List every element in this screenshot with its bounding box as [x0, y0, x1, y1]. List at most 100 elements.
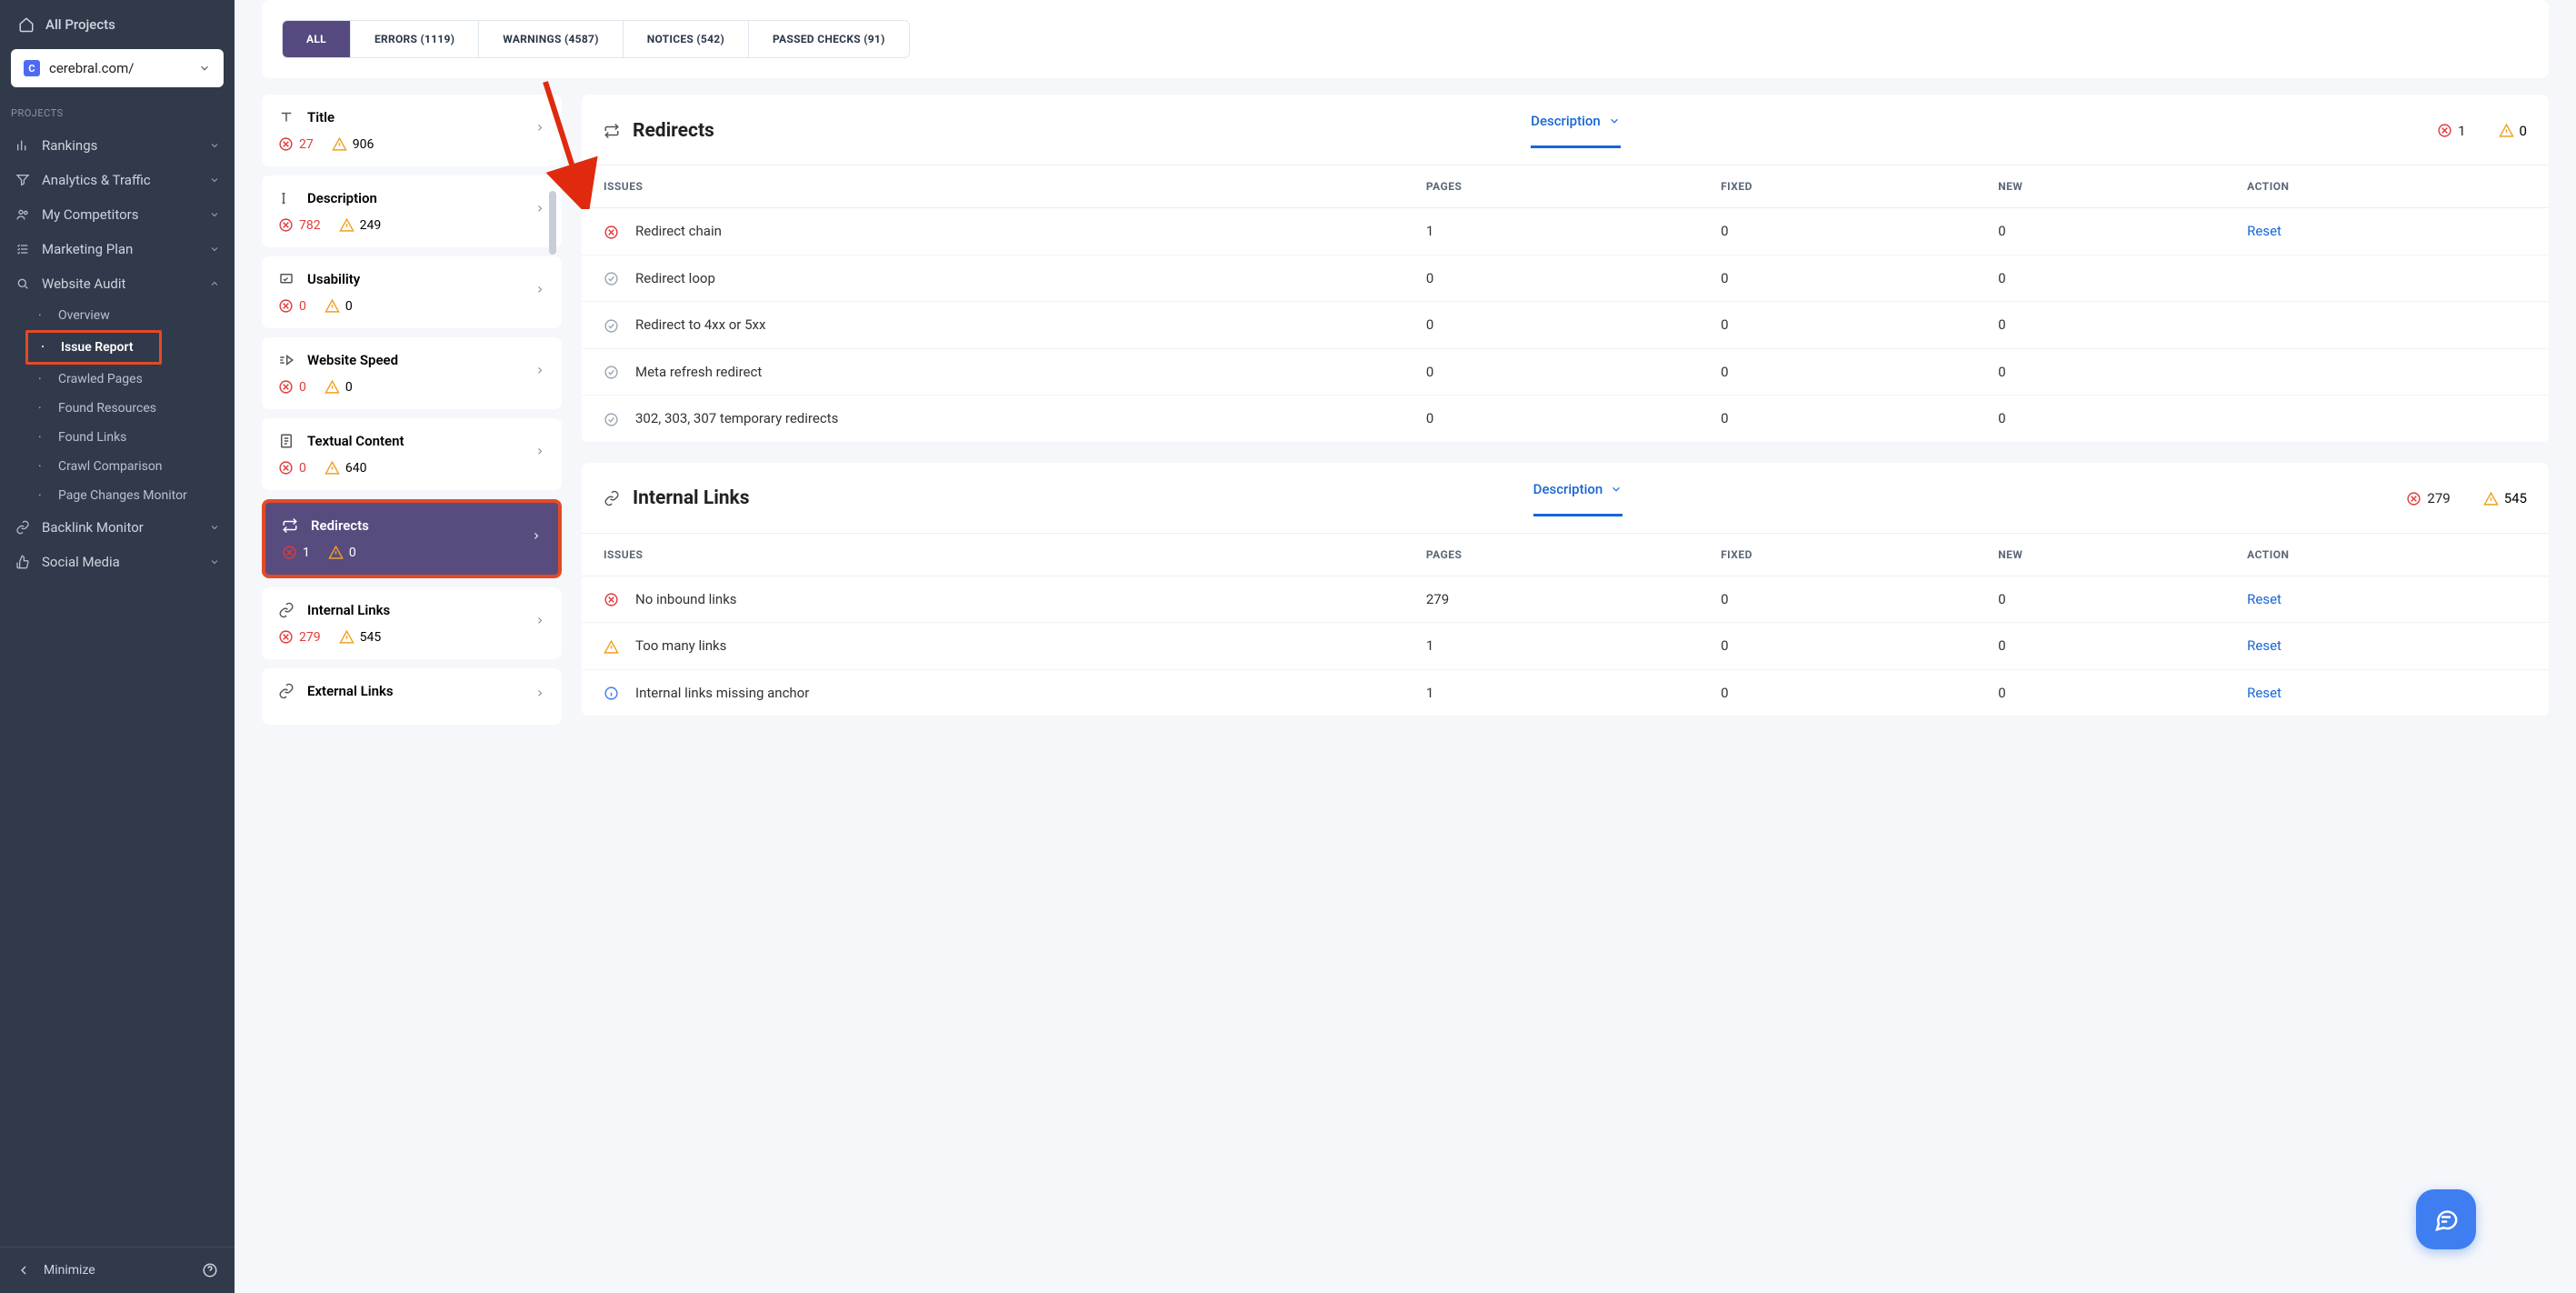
- issue-detail-panel: RedirectsDescription10ISSUESPAGESFIXEDNE…: [582, 95, 2549, 725]
- pages-cell: 1: [1408, 669, 1702, 717]
- new-cell: 0: [1980, 348, 2229, 396]
- fixed-cell: 0: [1702, 302, 1980, 349]
- external-icon: [278, 683, 295, 699]
- warning-count: 545: [339, 629, 382, 645]
- check-list-icon: [15, 241, 31, 257]
- new-cell: 0: [1980, 396, 2229, 443]
- issue-card-textual[interactable]: Textual Content0640: [262, 418, 562, 490]
- backlink-icon: [15, 519, 31, 536]
- funnel-icon: [15, 172, 31, 188]
- issue-card-internal[interactable]: Internal Links279545: [262, 587, 562, 659]
- subnav-page-changes[interactable]: Page Changes Monitor: [25, 481, 235, 510]
- nav-analytics[interactable]: Analytics & Traffic: [0, 163, 235, 197]
- tab-warnings[interactable]: WARNINGS (4587): [478, 21, 622, 57]
- section-title: Internal Links: [633, 487, 750, 509]
- reset-link[interactable]: Reset: [2247, 223, 2281, 239]
- tab-notices[interactable]: NOTICES (542): [623, 21, 748, 57]
- internal-icon: [278, 602, 295, 618]
- subnav-found-links[interactable]: Found Links: [25, 423, 235, 452]
- minimize-button[interactable]: Minimize: [16, 1263, 95, 1278]
- description-dropdown[interactable]: Description: [1531, 113, 1621, 148]
- scrollbar-thumb[interactable]: [549, 191, 556, 255]
- tab-passed[interactable]: PASSED CHECKS (91): [748, 21, 909, 57]
- section-warning-total: 0: [2499, 123, 2527, 139]
- nav-website-audit[interactable]: Website Audit: [0, 266, 235, 301]
- table-row[interactable]: 302, 303, 307 temporary redirects000: [582, 396, 2549, 443]
- tab-errors[interactable]: ERRORS (1119): [350, 21, 478, 57]
- textual-icon: [278, 433, 295, 449]
- help-icon[interactable]: [202, 1262, 218, 1278]
- chevron-down-icon: [198, 62, 211, 75]
- subnav-issue-report[interactable]: Issue Report: [25, 330, 162, 365]
- chevron-down-icon: [209, 522, 220, 533]
- subnav-crawl-comparison[interactable]: Crawl Comparison: [25, 452, 235, 481]
- audit-subnav: Overview Issue Report Crawled Pages Foun…: [0, 301, 235, 510]
- reset-link[interactable]: Reset: [2247, 637, 2281, 654]
- table-row[interactable]: Too many links100Reset: [582, 623, 2549, 670]
- table-row[interactable]: No inbound links27900Reset: [582, 576, 2549, 623]
- warning-count: 0: [324, 379, 353, 395]
- chat-icon: [2432, 1206, 2460, 1233]
- chevron-right-icon: [534, 284, 545, 295]
- sidebar: All Projects C cerebral.com/ PROJECTS Ra…: [0, 0, 235, 1293]
- table-row[interactable]: Redirect loop000: [582, 255, 2549, 302]
- issue-card-label: Title: [307, 109, 334, 125]
- issue-card-speed[interactable]: Website Speed00: [262, 337, 562, 409]
- status-icon: [604, 271, 619, 286]
- subnav-overview[interactable]: Overview: [25, 301, 235, 330]
- table-row[interactable]: Internal links missing anchor100Reset: [582, 669, 2549, 717]
- chevron-down-icon: [209, 209, 220, 220]
- sidebar-footer: Minimize: [0, 1247, 235, 1293]
- nav-competitors[interactable]: My Competitors: [0, 197, 235, 232]
- issue-card-title[interactable]: Title27906: [262, 95, 562, 166]
- main-content: ALL ERRORS (1119) WARNINGS (4587) NOTICE…: [235, 0, 2576, 1293]
- issue-name: Meta refresh redirect: [635, 364, 762, 380]
- reset-link[interactable]: Reset: [2247, 685, 2281, 701]
- new-cell: 0: [1980, 302, 2229, 349]
- chevron-right-icon: [534, 203, 545, 214]
- error-count: 0: [278, 460, 306, 476]
- col-action: ACTION: [2229, 533, 2549, 576]
- issue-category-list: Title27906 Description782249 Usability00 We…: [262, 95, 562, 725]
- chat-button[interactable]: [2416, 1189, 2476, 1249]
- nav-marketing[interactable]: Marketing Plan: [0, 232, 235, 266]
- issue-card-description[interactable]: Description782249: [262, 175, 562, 247]
- chevron-right-icon: [534, 615, 545, 626]
- issue-name: Too many links: [635, 637, 726, 654]
- description-dropdown[interactable]: Description: [1533, 481, 1623, 516]
- issue-card-label: Internal Links: [307, 602, 390, 618]
- table-row[interactable]: Meta refresh redirect000: [582, 348, 2549, 396]
- table-row[interactable]: Redirect chain100Reset: [582, 208, 2549, 256]
- table-row[interactable]: Redirect to 4xx or 5xx000: [582, 302, 2549, 349]
- all-projects-link[interactable]: All Projects: [0, 16, 235, 49]
- project-name: cerebral.com/: [49, 60, 189, 76]
- warning-count: 640: [324, 460, 367, 476]
- project-selector[interactable]: C cerebral.com/: [11, 49, 224, 87]
- issue-card-external[interactable]: External Links: [262, 668, 562, 725]
- nav-rankings[interactable]: Rankings: [0, 128, 235, 163]
- subnav-found-resources[interactable]: Found Resources: [25, 394, 235, 423]
- redirects-icon: [282, 517, 298, 534]
- tab-all[interactable]: ALL: [283, 21, 350, 57]
- pages-cell: 1: [1408, 623, 1702, 670]
- nav-backlink[interactable]: Backlink Monitor: [0, 510, 235, 545]
- col-issues: ISSUES: [582, 165, 1408, 208]
- section-warning-total: 545: [2483, 490, 2527, 506]
- issue-card-redirects[interactable]: Redirects10: [262, 499, 562, 578]
- nav-social[interactable]: Social Media: [0, 545, 235, 579]
- warning-count: 249: [339, 217, 382, 233]
- magnify-icon: [15, 276, 31, 292]
- reset-link[interactable]: Reset: [2247, 591, 2281, 607]
- fixed-cell: 0: [1702, 396, 1980, 443]
- issue-card-usability[interactable]: Usability00: [262, 256, 562, 328]
- col-issues: ISSUES: [582, 533, 1408, 576]
- warning-count: 906: [332, 136, 374, 152]
- fixed-cell: 0: [1702, 623, 1980, 670]
- bars-icon: [15, 137, 31, 154]
- fixed-cell: 0: [1702, 576, 1980, 623]
- issues-table: ISSUESPAGESFIXEDNEWACTIONRedirect chain1…: [582, 165, 2549, 443]
- status-icon: [604, 225, 619, 240]
- status-icon: [604, 639, 619, 655]
- subnav-crawled-pages[interactable]: Crawled Pages: [25, 365, 235, 394]
- chevron-down-icon: [209, 556, 220, 567]
